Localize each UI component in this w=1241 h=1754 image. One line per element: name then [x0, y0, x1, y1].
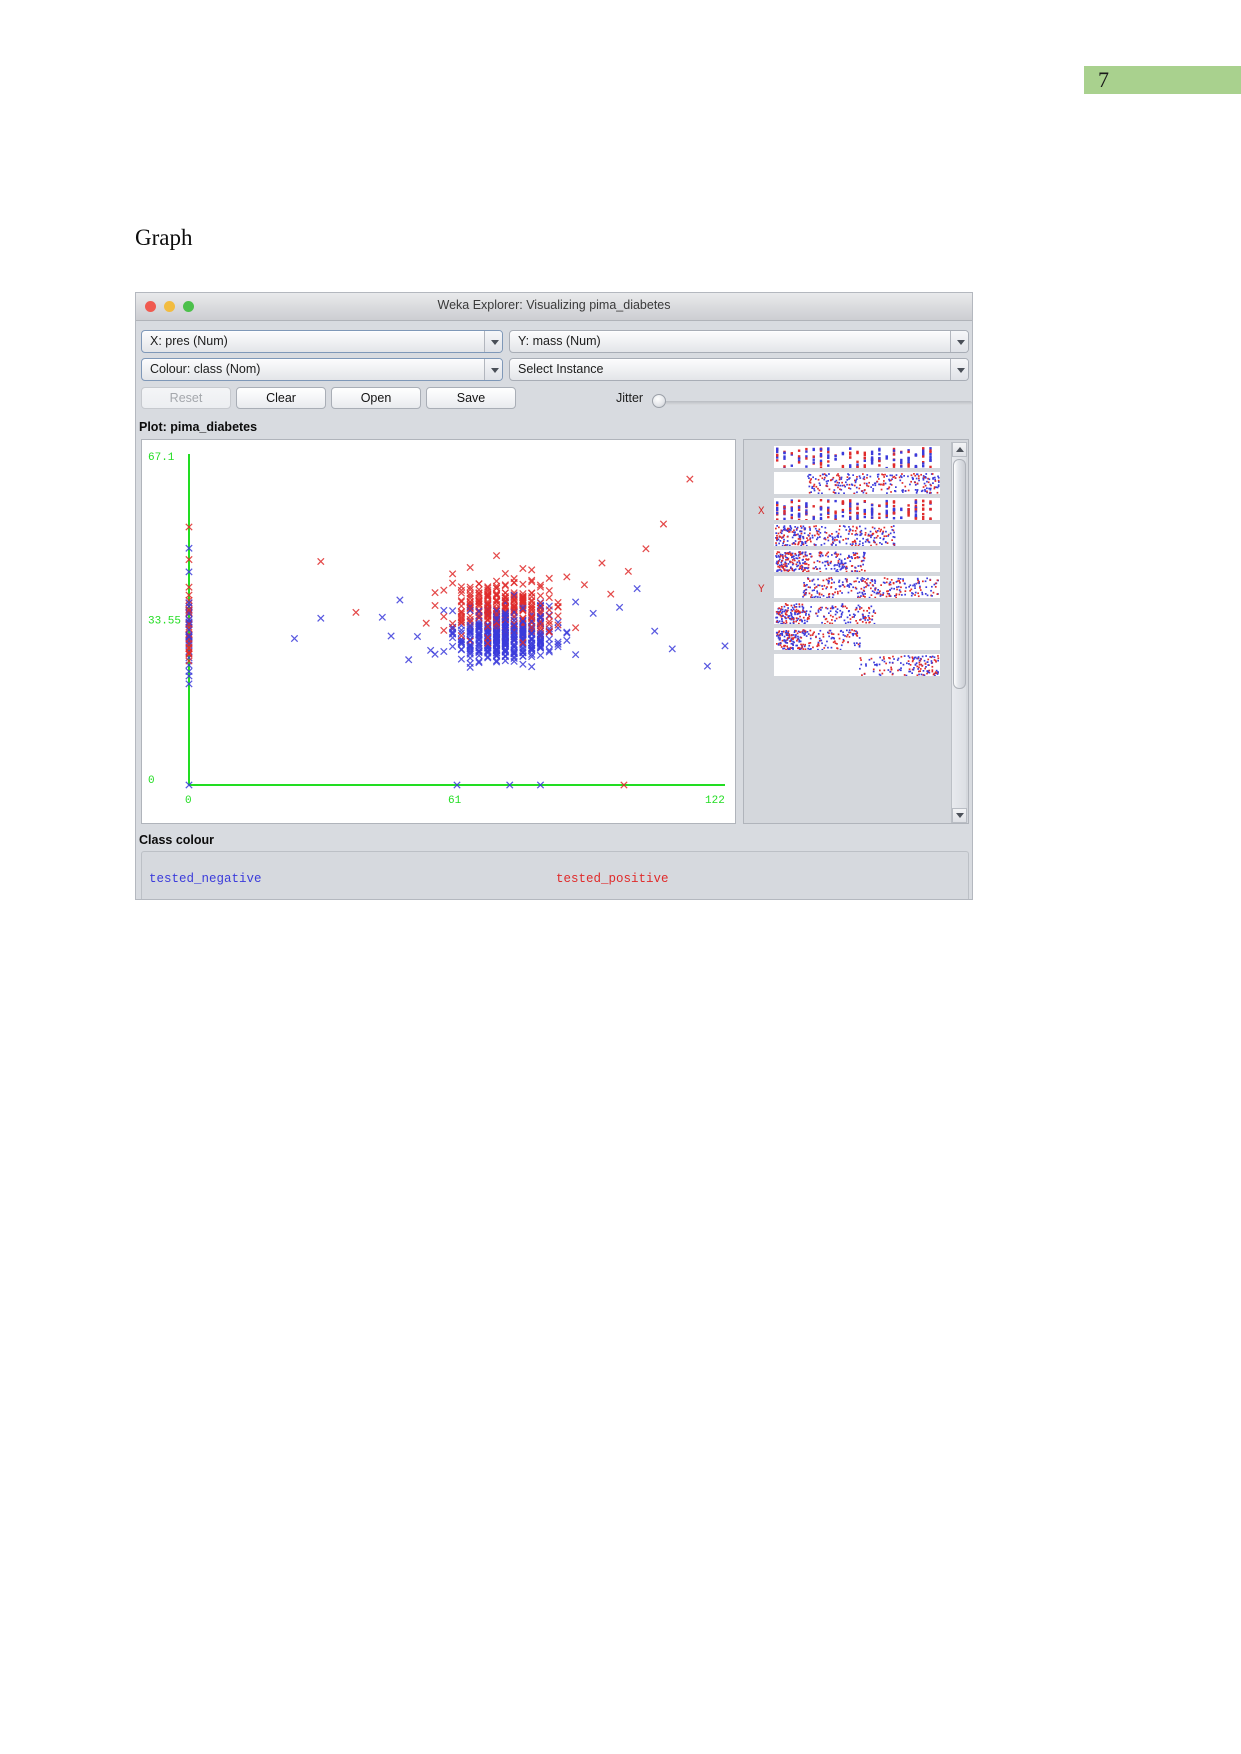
- open-button[interactable]: Open: [331, 387, 421, 409]
- attribute-strip[interactable]: [774, 446, 940, 468]
- jitter-slider-handle[interactable]: [652, 394, 666, 408]
- window-content: X: pres (Num) Y: mass (Num) Colour: clas…: [136, 321, 972, 899]
- attribute-strip[interactable]: [774, 576, 940, 598]
- scroll-up-arrow-icon[interactable]: [952, 442, 967, 457]
- attribute-strips-viewport: X Y: [752, 446, 940, 818]
- attribute-strip-list[interactable]: [774, 446, 940, 680]
- select-instance-value: Select Instance: [518, 362, 604, 376]
- y-axis-select-value: Y: mass (Num): [518, 334, 601, 348]
- legend-item-tested-negative[interactable]: tested_negative: [149, 872, 262, 886]
- attribute-strips-panel[interactable]: X Y: [743, 439, 969, 824]
- attribute-panel-scrollbar[interactable]: [951, 442, 967, 823]
- chevron-down-icon[interactable]: [950, 331, 968, 352]
- page-title: Graph: [135, 225, 193, 250]
- legend-item-tested-positive[interactable]: tested_positive: [556, 872, 669, 886]
- attribute-strip[interactable]: [774, 550, 940, 572]
- y-axis-select[interactable]: Y: mass (Num): [509, 330, 969, 353]
- jitter-slider-track[interactable]: [664, 401, 972, 405]
- window-titlebar: Weka Explorer: Visualizing pima_diabetes: [136, 293, 972, 321]
- save-button[interactable]: Save: [426, 387, 516, 409]
- x-axis-select-value: X: pres (Num): [150, 334, 228, 348]
- attribute-strip[interactable]: [774, 498, 940, 520]
- window-title: Weka Explorer: Visualizing pima_diabetes: [437, 298, 671, 312]
- jitter-label: Jitter: [616, 391, 644, 405]
- x-axis-select[interactable]: X: pres (Num): [141, 330, 503, 353]
- attribute-strip[interactable]: [774, 524, 940, 546]
- chevron-down-icon[interactable]: [484, 359, 502, 380]
- chevron-down-icon[interactable]: [950, 359, 968, 380]
- svg-text:61: 61: [448, 795, 462, 807]
- chevron-down-icon[interactable]: [484, 331, 502, 352]
- svg-text:122: 122: [705, 795, 725, 807]
- scatter-plot-svg: 67.1 33.55 0 0 61 122: [148, 452, 729, 807]
- svg-text:67.1: 67.1: [148, 452, 175, 464]
- scatter-plot-panel[interactable]: 67.1 33.55 0 0 61 122: [141, 439, 736, 824]
- reset-button[interactable]: Reset: [141, 387, 231, 409]
- scrollbar-thumb[interactable]: [953, 459, 966, 689]
- select-instance-dropdown[interactable]: Select Instance: [509, 358, 969, 381]
- attribute-strip[interactable]: [774, 628, 940, 650]
- colour-select-value: Colour: class (Nom): [150, 362, 261, 376]
- x-attribute-marker: X: [758, 506, 765, 518]
- attribute-strip[interactable]: [774, 472, 940, 494]
- attribute-strip[interactable]: [774, 654, 940, 676]
- colour-select[interactable]: Colour: class (Nom): [141, 358, 503, 381]
- attribute-strip[interactable]: [774, 602, 940, 624]
- scroll-down-arrow-icon[interactable]: [952, 808, 967, 823]
- page-number: 7: [1098, 67, 1109, 92]
- plot-title: Plot: pima_diabetes: [139, 420, 258, 434]
- y-attribute-marker: Y: [758, 584, 765, 596]
- weka-explorer-window: Weka Explorer: Visualizing pima_diabetes…: [135, 292, 973, 900]
- svg-text:0: 0: [148, 775, 155, 787]
- clear-button[interactable]: Clear: [236, 387, 326, 409]
- class-colour-legend[interactable]: tested_negative tested_positive: [141, 851, 969, 899]
- svg-text:0: 0: [185, 795, 192, 807]
- svg-text:33.55: 33.55: [148, 616, 181, 628]
- class-colour-title: Class colour: [139, 833, 215, 847]
